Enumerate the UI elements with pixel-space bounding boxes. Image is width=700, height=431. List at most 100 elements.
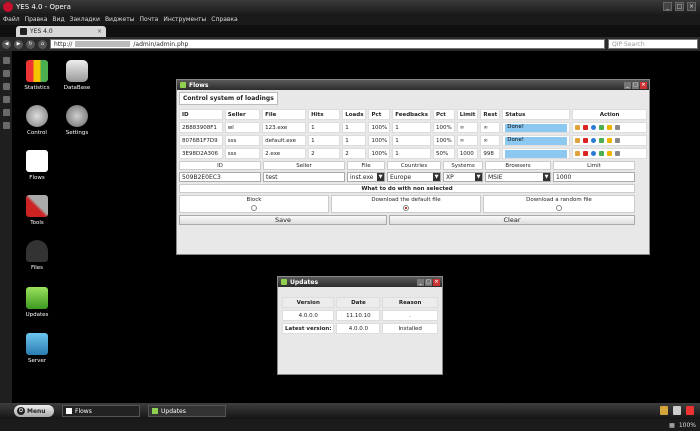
cell-hits: 2: [308, 148, 341, 159]
menu-widgets[interactable]: Виджеты: [105, 16, 135, 23]
tab-close-icon[interactable]: ×: [97, 28, 102, 35]
search-input[interactable]: QIP Search: [608, 39, 698, 49]
desktop-label: DataBase: [63, 85, 91, 91]
start-menu-button[interactable]: ⏻ Menu: [14, 405, 54, 417]
link-icon[interactable]: [615, 138, 621, 143]
desktop-flows[interactable]: Flows: [12, 150, 62, 181]
link-icon[interactable]: [615, 151, 621, 156]
menu-tools[interactable]: Инструменты: [163, 16, 206, 23]
menu-help[interactable]: Справка: [211, 16, 237, 23]
seller-input[interactable]: test: [263, 172, 345, 182]
globe-icon[interactable]: [591, 125, 597, 130]
block-radio[interactable]: [251, 205, 257, 211]
delete-icon[interactable]: [583, 138, 589, 143]
zoom-icon[interactable]: ▦: [669, 422, 675, 429]
edit-pencil-icon[interactable]: [575, 125, 581, 130]
stats-icon[interactable]: [607, 151, 613, 156]
updates-window-titlebar[interactable]: Updates _ □ ×: [278, 277, 442, 287]
panel-widgets-icon[interactable]: [2, 70, 10, 77]
task-flows[interactable]: Flows: [62, 405, 140, 417]
save-button[interactable]: Save: [179, 215, 387, 225]
random-file-radio[interactable]: [556, 205, 562, 211]
delete-icon[interactable]: [583, 151, 589, 156]
address-input[interactable]: http:// /admin/admin.php: [50, 39, 605, 49]
panel-links-icon[interactable]: [2, 122, 10, 129]
flows-window-titlebar[interactable]: Flows _ □ ×: [177, 80, 649, 90]
task-updates[interactable]: Updates: [148, 405, 226, 417]
countries-select-value: Europe: [390, 174, 412, 181]
window-maximize-button[interactable]: □: [632, 81, 639, 89]
refresh-icon[interactable]: [599, 151, 605, 156]
countries-select[interactable]: Europe ▼: [387, 172, 441, 182]
forward-icon[interactable]: ▶: [14, 39, 23, 49]
sound-icon[interactable]: [673, 406, 681, 415]
delete-icon[interactable]: [583, 125, 589, 130]
panel-history-icon[interactable]: [2, 109, 10, 116]
window-minimize-button[interactable]: _: [417, 278, 424, 286]
id-input[interactable]: 509B2E0EC3: [179, 172, 261, 182]
lock-icon[interactable]: [660, 406, 668, 415]
option-default-file[interactable]: Download the default file: [331, 195, 481, 213]
window-close-button[interactable]: ×: [433, 278, 440, 286]
reload-icon[interactable]: ↻: [26, 39, 35, 49]
panel-bookmarks-icon[interactable]: [2, 57, 10, 64]
refresh-icon[interactable]: [599, 138, 605, 143]
url-path: /admin/admin.php: [133, 40, 189, 48]
browsers-select[interactable]: MSIE ▼: [485, 172, 551, 182]
opera-icon: [3, 2, 13, 12]
link-icon[interactable]: [615, 125, 621, 130]
menu-view[interactable]: Вид: [52, 16, 64, 23]
table-row[interactable]: 2B883908F1 wl 123.exe 1 1 100% 1 100% ∞ ∞ Done!: [179, 122, 647, 133]
window-close-button[interactable]: ×: [640, 81, 647, 89]
header-loads: Loads: [342, 109, 367, 120]
panel-transfers-icon[interactable]: [2, 96, 10, 103]
menu-mail[interactable]: Почта: [139, 16, 158, 23]
systems-select[interactable]: XP ▼: [443, 172, 483, 182]
refresh-icon[interactable]: [599, 125, 605, 130]
tab-yes[interactable]: YES 4.0 ×: [16, 26, 106, 37]
latest-version-value: 4.0.0.0: [336, 323, 381, 334]
power-off-icon[interactable]: [686, 406, 694, 415]
cell-loads: 2: [342, 148, 367, 159]
limit-input[interactable]: 1000: [553, 172, 635, 182]
desktop-server[interactable]: Server: [12, 333, 62, 364]
header-status: Status: [502, 109, 571, 120]
zoom-level[interactable]: 100%: [679, 422, 696, 429]
desktop-updates[interactable]: Updates: [12, 287, 62, 318]
close-button[interactable]: ×: [687, 2, 696, 11]
minimize-button[interactable]: _: [663, 2, 672, 11]
file-select[interactable]: inst.exe ▼: [347, 172, 385, 182]
desktop-tools[interactable]: Tools: [12, 195, 62, 226]
files-hat-icon: [26, 240, 48, 262]
menu-file[interactable]: Файл: [3, 16, 20, 23]
globe-icon[interactable]: [591, 138, 597, 143]
cell-rest: ∞: [480, 122, 501, 133]
table-header-row: ID Seller File Hits Loads Pct Feedbacks …: [179, 109, 647, 120]
stats-icon[interactable]: [607, 138, 613, 143]
default-file-radio[interactable]: [403, 205, 409, 211]
taskbar: ⏻ Menu Flows Updates: [0, 403, 700, 419]
side-panel: [0, 51, 12, 403]
cell-actions: [572, 122, 647, 133]
table-row[interactable]: 8076B1F7D9 sss default.exe 1 1 100% 1 100% ∞ ∞ Do…: [179, 135, 647, 146]
window-minimize-button[interactable]: _: [624, 81, 631, 89]
stats-icon[interactable]: [607, 125, 613, 130]
cell-file: 2.exe: [262, 148, 307, 159]
edit-pencil-icon[interactable]: [575, 138, 581, 143]
globe-icon[interactable]: [591, 151, 597, 156]
panel-notes-icon[interactable]: [2, 83, 10, 90]
table-row[interactable]: 3E98D2A306 sss 2.exe 2 2 100% 1 50% 1000 998: [179, 148, 647, 159]
menu-bookmarks[interactable]: Закладки: [70, 16, 100, 23]
window-maximize-button[interactable]: □: [425, 278, 432, 286]
option-random-file[interactable]: Download a random file: [483, 195, 635, 213]
maximize-button[interactable]: □: [675, 2, 684, 11]
back-icon[interactable]: ◀: [2, 39, 11, 49]
clear-button[interactable]: Clear: [389, 215, 635, 225]
option-block[interactable]: Block: [179, 195, 329, 213]
desktop-database[interactable]: DataBase: [52, 60, 102, 91]
menu-edit[interactable]: Правка: [25, 16, 48, 23]
desktop-files[interactable]: Files: [12, 240, 62, 271]
edit-pencil-icon[interactable]: [575, 151, 581, 156]
home-icon[interactable]: ⌂: [38, 39, 47, 49]
desktop-settings[interactable]: Settings: [52, 105, 102, 136]
